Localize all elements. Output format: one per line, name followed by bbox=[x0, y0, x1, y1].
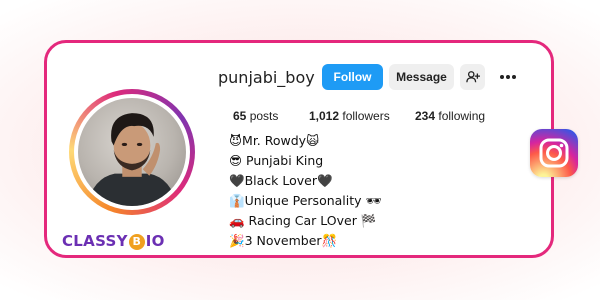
bio-line: 🚗 Racing Car LOver 🏁 bbox=[229, 213, 377, 228]
posts-stat[interactable]: 65 posts bbox=[233, 109, 278, 123]
followers-stat[interactable]: 1,012 followers bbox=[309, 109, 390, 123]
profile-card: CLASSY B IO punjabi_boy Follow Message 65 … bbox=[44, 40, 554, 258]
instagram-logo-icon bbox=[530, 129, 578, 177]
following-stat[interactable]: 234 following bbox=[415, 109, 485, 123]
profile-bio: 😈Mr. Rowdy🙀 😎 Punjabi King 🖤Black Lover🖤… bbox=[229, 131, 381, 251]
avatar[interactable] bbox=[78, 98, 186, 206]
avatar-photo bbox=[86, 113, 178, 206]
instagram-glyph bbox=[539, 138, 569, 168]
avatar-frame bbox=[74, 94, 190, 210]
more-horizontal-icon bbox=[500, 75, 516, 79]
bio-line: 🎉3 November🎊 bbox=[229, 233, 338, 248]
bio-line: 😈Mr. Rowdy🙀 bbox=[229, 133, 320, 148]
posts-count: 65 bbox=[233, 109, 247, 123]
message-button[interactable]: Message bbox=[389, 64, 454, 90]
brand-logo: CLASSY B IO bbox=[62, 232, 165, 250]
add-user-button[interactable] bbox=[460, 64, 485, 90]
following-count: 234 bbox=[415, 109, 436, 123]
brand-logo-b: B bbox=[128, 234, 145, 250]
username: punjabi_boy bbox=[218, 68, 315, 87]
bio-line: 👔Unique Personality 🕶 bbox=[229, 193, 382, 208]
followers-label: followers bbox=[342, 109, 390, 123]
followers-count: 1,012 bbox=[309, 109, 340, 123]
bio-line: 🖤Black Lover🖤 bbox=[229, 173, 333, 188]
posts-label: posts bbox=[249, 109, 279, 123]
brand-logo-prefix: CLASSY bbox=[62, 232, 128, 250]
brand-logo-suffix: IO bbox=[145, 232, 165, 250]
more-options-button[interactable] bbox=[497, 65, 519, 89]
bio-line: 😎 Punjabi King bbox=[229, 153, 324, 168]
following-label: following bbox=[438, 109, 486, 123]
add-user-icon bbox=[465, 71, 480, 83]
story-ring[interactable] bbox=[69, 89, 195, 215]
follow-button[interactable]: Follow bbox=[322, 64, 383, 90]
